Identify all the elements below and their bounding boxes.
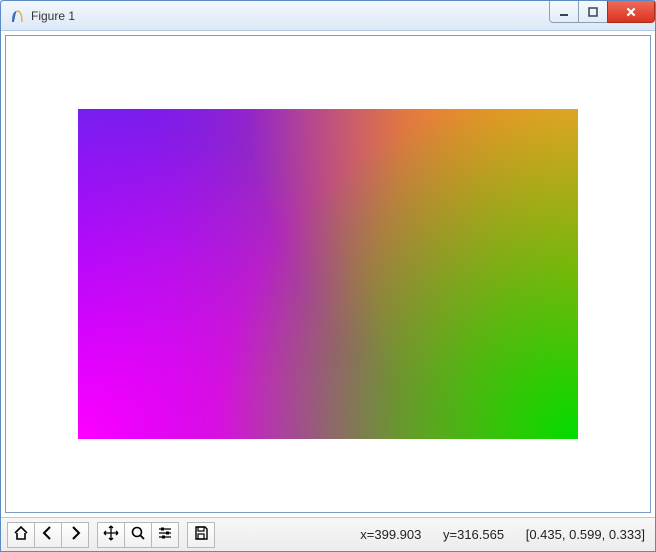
cursor-status: x=399.903 y=316.565 [0.435, 0.599, 0.333…: [342, 527, 649, 542]
save-button[interactable]: [187, 522, 215, 548]
close-button[interactable]: [607, 1, 655, 23]
figure-canvas[interactable]: [5, 35, 651, 513]
configure-button[interactable]: [151, 522, 179, 548]
rgb-image-plot: [78, 109, 578, 439]
zoom-icon: [130, 525, 146, 544]
window-title: Figure 1: [31, 9, 75, 23]
save-icon: [193, 525, 209, 544]
nav-toolbar: x=399.903 y=316.565 [0.435, 0.599, 0.333…: [1, 517, 655, 551]
pan-button[interactable]: [97, 522, 125, 548]
back-button[interactable]: [34, 522, 62, 548]
arrow-left-icon: [40, 525, 56, 544]
sliders-icon: [157, 525, 173, 544]
figure-window: Figure 1: [0, 0, 656, 552]
status-y: y=316.565: [443, 527, 504, 542]
forward-button[interactable]: [61, 522, 89, 548]
zoom-button[interactable]: [124, 522, 152, 548]
minimize-button[interactable]: [549, 1, 579, 23]
status-rgb: [0.435, 0.599, 0.333]: [526, 527, 645, 542]
maximize-button[interactable]: [578, 1, 608, 23]
home-icon: [13, 525, 29, 544]
pan-icon: [103, 525, 119, 544]
window-buttons: [550, 1, 655, 23]
home-button[interactable]: [7, 522, 35, 548]
titlebar[interactable]: Figure 1: [1, 1, 655, 31]
app-icon: [9, 8, 25, 24]
arrow-right-icon: [67, 525, 83, 544]
status-x: x=399.903: [360, 527, 421, 542]
